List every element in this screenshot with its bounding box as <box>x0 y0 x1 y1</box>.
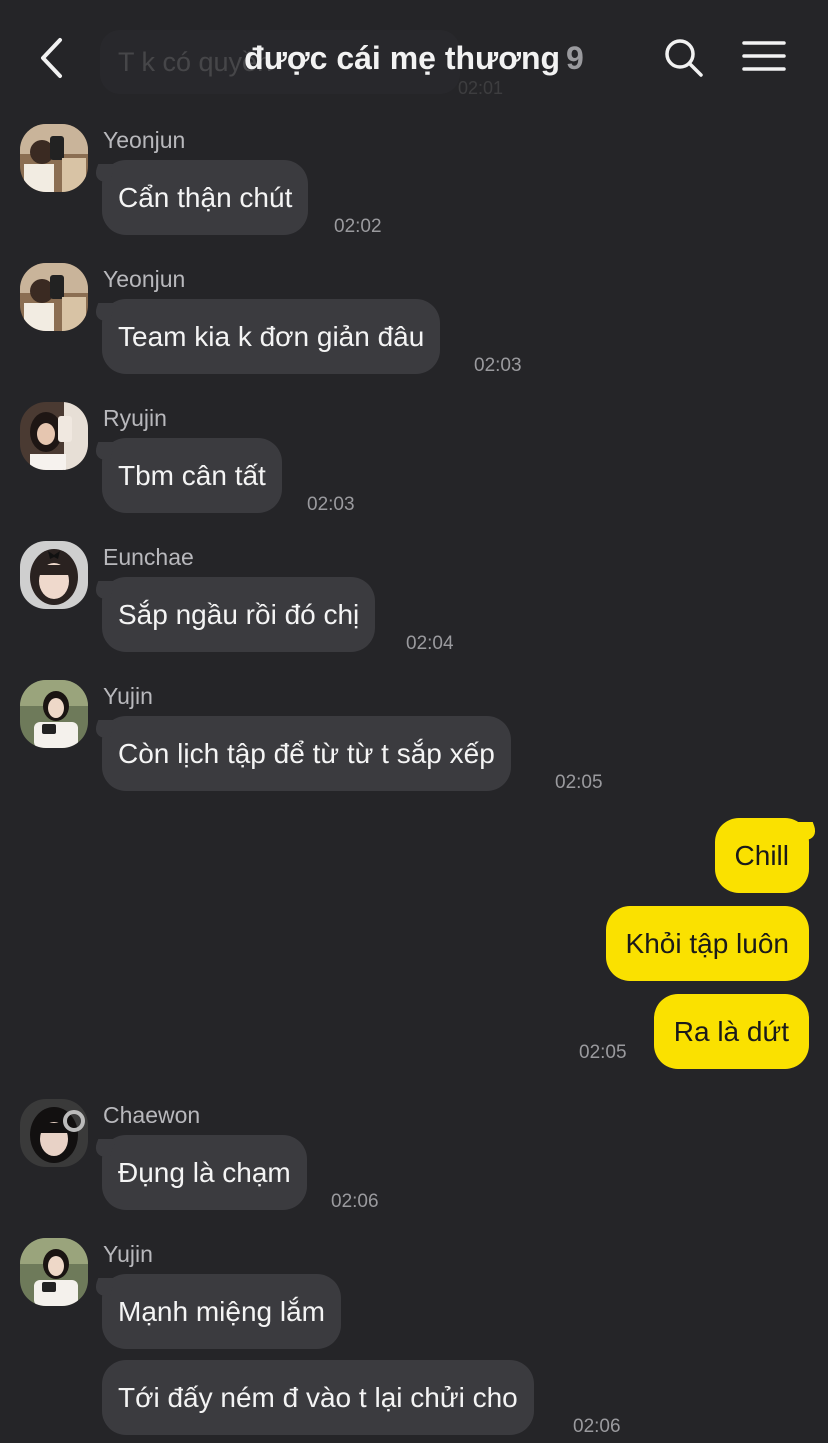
avatar[interactable] <box>20 680 88 748</box>
message-time: 02:02 <box>334 216 382 237</box>
chat-title-text: được cái mẹ thương <box>244 40 561 76</box>
message-bubble[interactable]: Tbm cân tất <box>102 438 282 513</box>
member-count: 9 <box>566 40 584 76</box>
search-button[interactable] <box>662 36 706 80</box>
menu-button[interactable] <box>742 38 786 78</box>
message-group: Yujin Mạnh miệng lắm Tới đấy ném đ vào t… <box>0 1237 828 1443</box>
sender-name: Chaewon <box>103 1102 201 1128</box>
message-group: Yeonjun Cẩn thận chút 02:02 <box>0 123 828 238</box>
message-time: 02:05 <box>555 772 603 793</box>
message-bubble[interactable]: Đụng là chạm <box>102 1135 307 1210</box>
avatar[interactable] <box>20 1238 88 1306</box>
sender-name: Eunchae <box>103 544 194 570</box>
scrolled-message-time: 02:01 <box>458 78 504 96</box>
message-group: Yeonjun Team kia k đơn giản đâu 02:03 <box>0 262 828 377</box>
back-button[interactable] <box>36 36 72 80</box>
chat-header: T k có quyền 02:01 được cái mẹ thương 9 <box>0 0 828 112</box>
chevron-left-icon <box>41 38 62 78</box>
profile-photo <box>20 1099 88 1167</box>
profile-photo <box>20 680 88 748</box>
search-icon <box>665 39 703 77</box>
message-bubble[interactable]: Sắp ngầu rồi đó chị <box>102 577 376 652</box>
message-group: Eunchae Sắp ngầu rồi đó chị 02:04 <box>0 540 828 655</box>
sender-name: Ryujin <box>103 405 167 431</box>
message-time: 02:06 <box>331 1191 379 1212</box>
sender-name: Yeonjun <box>103 127 186 153</box>
profile-photo <box>20 1238 88 1306</box>
message-bubble[interactable]: Team kia k đơn giản đâu <box>102 299 441 374</box>
avatar[interactable] <box>20 1099 88 1167</box>
profile-photo <box>20 402 88 470</box>
message-time: 02:06 <box>573 1416 621 1437</box>
avatar[interactable] <box>20 263 88 331</box>
sender-name: Yeonjun <box>103 266 186 292</box>
avatar[interactable] <box>20 124 88 192</box>
chat-title: được cái mẹ thương 9 <box>200 36 628 80</box>
sender-name: Yujin <box>103 1241 153 1267</box>
outgoing-message-bubble[interactable]: Chill <box>714 818 809 893</box>
message-group: Chaewon Đụng là chạm 02:06 <box>0 1098 828 1213</box>
profile-photo <box>20 263 88 331</box>
sender-name: Yujin <box>103 683 153 709</box>
outgoing-message-time: 02:05 <box>579 1042 627 1063</box>
message-time: 02:04 <box>406 633 454 654</box>
avatar[interactable] <box>20 541 88 609</box>
outgoing-message-bubble[interactable]: Ra là dứt <box>653 994 809 1069</box>
profile-photo <box>20 541 88 609</box>
avatar[interactable] <box>20 402 88 470</box>
message-bubble[interactable]: Mạnh miệng lắm <box>102 1274 341 1349</box>
message-bubble[interactable]: Còn lịch tập để từ từ t sắp xếp <box>102 716 511 791</box>
message-bubble[interactable]: Cẩn thận chút <box>102 160 309 235</box>
message-time: 02:03 <box>474 355 522 376</box>
outgoing-message-bubble[interactable]: Khỏi tập luôn <box>605 906 809 981</box>
message-group: Ryujin Tbm cân tất 02:03 <box>0 401 828 516</box>
message-bubble[interactable]: Tới đấy ném đ vào t lại chửi cho <box>102 1360 534 1435</box>
message-group: Yujin Còn lịch tập để từ từ t sắp xếp 02… <box>0 679 828 794</box>
hamburger-menu-icon <box>742 41 786 71</box>
profile-photo <box>20 124 88 192</box>
message-time: 02:03 <box>307 494 355 515</box>
